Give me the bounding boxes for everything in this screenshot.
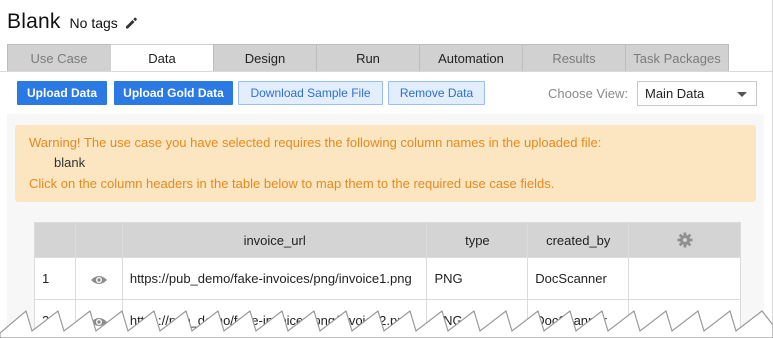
tab-automation[interactable]: Automation — [419, 44, 523, 71]
type-cell: PNG — [426, 257, 529, 300]
column-header-type[interactable]: type — [426, 222, 529, 258]
preview-column-header — [74, 222, 123, 258]
required-column-name: blank — [54, 155, 86, 170]
eye-icon[interactable] — [90, 274, 108, 286]
header: Blank No tags — [7, 9, 138, 35]
index-column-header — [34, 222, 76, 258]
tab-run[interactable]: Run — [316, 44, 420, 71]
table-row: 1 https://pub_demo/fake-invoices/png/inv… — [34, 257, 741, 300]
page-title: Blank — [7, 10, 61, 33]
tab-divider — [0, 71, 773, 72]
preview-cell[interactable] — [74, 257, 123, 300]
tab-task-packages[interactable]: Task Packages — [625, 44, 729, 71]
tags-label: No tags — [69, 15, 118, 31]
tab-design[interactable]: Design — [213, 44, 317, 71]
warning-instruction: Click on the column headers in the table… — [29, 176, 555, 191]
data-toolbar: Upload Data Upload Gold Data Download Sa… — [17, 81, 758, 106]
tab-data[interactable]: Data — [110, 44, 214, 71]
choose-view-label: Choose View: — [548, 86, 628, 101]
column-header-created-by[interactable]: created_by — [527, 222, 630, 258]
pencil-icon[interactable] — [124, 16, 138, 30]
view-select[interactable]: Main Data — [637, 81, 757, 106]
column-header-invoice-url[interactable]: invoice_url — [121, 222, 428, 258]
table-header-row: invoice_url type created_by — [34, 222, 741, 258]
row-index: 1 — [34, 257, 76, 300]
tab-bar: Use Case Data Design Run Automation Resu… — [7, 44, 745, 71]
warning-message: Warning! The use case you have selected … — [29, 135, 602, 150]
settings-column-header[interactable] — [628, 222, 741, 258]
download-sample-file-button[interactable]: Download Sample File — [238, 81, 383, 105]
invoice-url-cell: https://pub_demo/fake-invoices/png/invoi… — [121, 257, 428, 300]
created-by-cell: DocScanner — [527, 257, 630, 300]
settings-cell — [628, 257, 741, 300]
tab-use-case[interactable]: Use Case — [7, 44, 111, 71]
warning-banner: Warning! The use case you have selected … — [15, 125, 756, 202]
upload-data-button[interactable]: Upload Data — [17, 81, 107, 105]
gear-icon[interactable] — [677, 232, 693, 248]
tab-results[interactable]: Results — [522, 44, 626, 71]
torn-edge — [0, 309, 773, 338]
upload-gold-data-button[interactable]: Upload Gold Data — [114, 81, 233, 105]
remove-data-button[interactable]: Remove Data — [388, 81, 485, 105]
view-select-value: Main Data — [645, 86, 705, 101]
chevron-down-icon — [737, 92, 747, 97]
